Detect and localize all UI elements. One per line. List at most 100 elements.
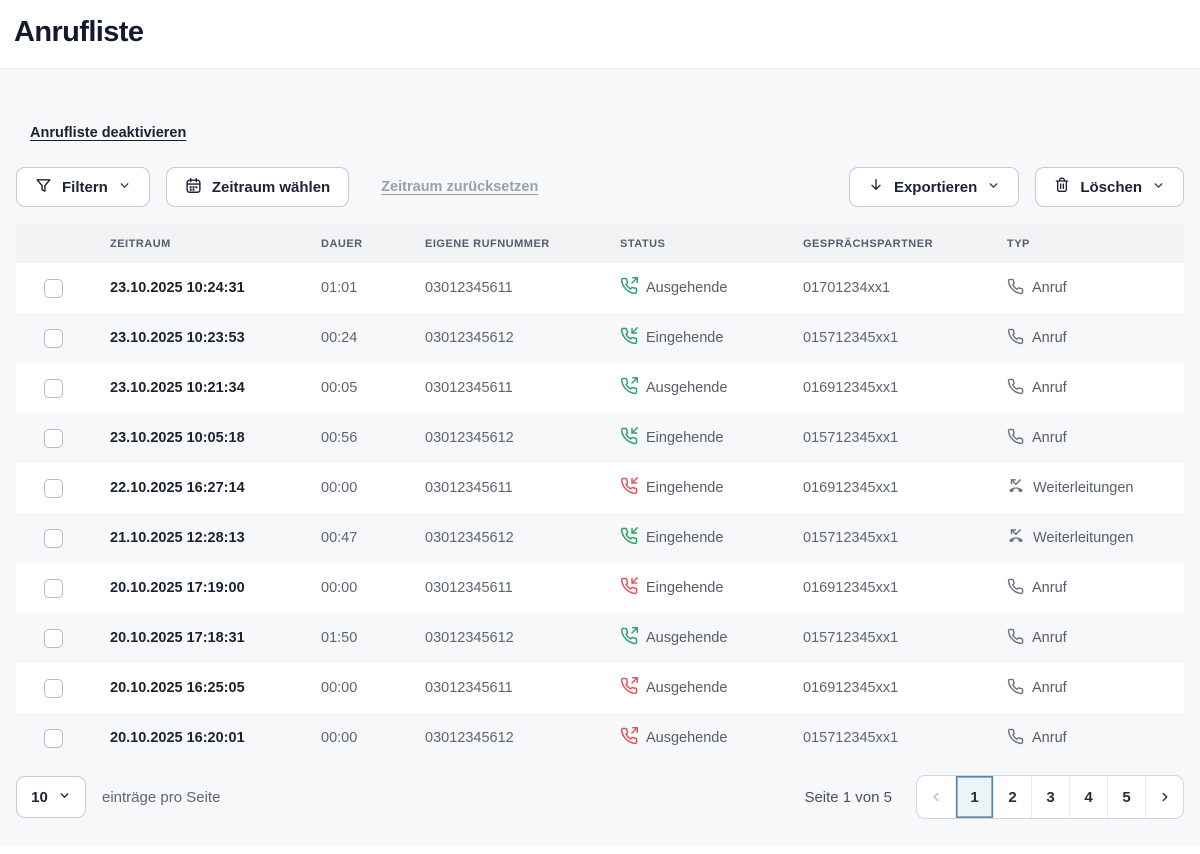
page-button-1[interactable]: 1 xyxy=(955,776,993,818)
cell-status: Ausgehende xyxy=(620,713,803,763)
cell-typ: Anruf xyxy=(1007,363,1184,413)
header-checkbox-spacer xyxy=(16,225,110,263)
phone-icon xyxy=(1007,378,1024,399)
phone-icon xyxy=(1007,278,1024,299)
cell-dauer: 01:01 xyxy=(321,263,425,313)
download-arrow-icon xyxy=(868,177,884,197)
status-label: Ausgehende xyxy=(646,630,727,646)
status-label: Eingehende xyxy=(646,330,723,346)
phone-incoming-icon xyxy=(620,427,638,449)
column-header-gespraechspartner: GESPRÄCHSPARTNER xyxy=(803,225,1007,263)
row-checkbox-cell xyxy=(16,513,110,563)
cell-gespraechspartner: 016912345xx1 xyxy=(803,663,1007,713)
status-label: Ausgehende xyxy=(646,680,727,696)
row-checkbox[interactable] xyxy=(44,329,63,348)
toolbar-right: Exportieren Löschen xyxy=(849,167,1184,207)
cell-gespraechspartner: 016912345xx1 xyxy=(803,563,1007,613)
cell-gespraechspartner: 015712345xx1 xyxy=(803,313,1007,363)
row-checkbox[interactable] xyxy=(44,279,63,298)
cell-dauer: 00:00 xyxy=(321,463,425,513)
cell-gespraechspartner: 015712345xx1 xyxy=(803,513,1007,563)
page-button-2[interactable]: 2 xyxy=(993,776,1031,818)
row-checkbox-cell xyxy=(16,413,110,463)
row-checkbox-cell xyxy=(16,363,110,413)
page-info: Seite 1 von 5 xyxy=(804,789,892,806)
phone-incoming-icon xyxy=(620,327,638,349)
phone-incoming-icon xyxy=(620,577,638,599)
cell-dauer: 00:47 xyxy=(321,513,425,563)
table-row: 20.10.2025 17:19:0000:0003012345611Einge… xyxy=(16,563,1184,613)
cell-dauer: 00:00 xyxy=(321,713,425,763)
page-button-4[interactable]: 4 xyxy=(1069,776,1107,818)
typ-label: Weiterleitungen xyxy=(1033,480,1134,496)
cell-zeitraum: 20.10.2025 17:19:00 xyxy=(110,563,321,613)
cell-eigene-rufnummer: 03012345611 xyxy=(425,663,620,713)
table-row: 20.10.2025 16:20:0100:0003012345612Ausge… xyxy=(16,713,1184,763)
phone-outgoing-icon xyxy=(620,727,638,749)
cell-eigene-rufnummer: 03012345611 xyxy=(425,463,620,513)
per-page-select[interactable]: 10 xyxy=(16,776,86,818)
typ-label: Anruf xyxy=(1032,730,1067,746)
cell-eigene-rufnummer: 03012345611 xyxy=(425,263,620,313)
cell-dauer: 00:24 xyxy=(321,313,425,363)
export-button[interactable]: Exportieren xyxy=(849,167,1019,207)
cell-zeitraum: 20.10.2025 17:18:31 xyxy=(110,613,321,663)
cell-eigene-rufnummer: 03012345611 xyxy=(425,363,620,413)
cell-zeitraum: 23.10.2025 10:21:34 xyxy=(110,363,321,413)
cell-zeitraum: 23.10.2025 10:24:31 xyxy=(110,263,321,313)
reset-date-range-link[interactable]: Zeitraum zurücksetzen xyxy=(381,179,538,195)
page-button-5[interactable]: 5 xyxy=(1107,776,1145,818)
table-footer: 10 einträge pro Seite Seite 1 von 5 1234… xyxy=(16,775,1184,846)
cell-gespraechspartner: 016912345xx1 xyxy=(803,363,1007,413)
typ-label: Weiterleitungen xyxy=(1033,530,1134,546)
row-checkbox[interactable] xyxy=(44,729,63,748)
cell-typ: Anruf xyxy=(1007,263,1184,313)
row-checkbox[interactable] xyxy=(44,429,63,448)
cell-typ: Anruf xyxy=(1007,663,1184,713)
page-button-3[interactable]: 3 xyxy=(1031,776,1069,818)
row-checkbox[interactable] xyxy=(44,579,63,598)
cell-eigene-rufnummer: 03012345612 xyxy=(425,613,620,663)
trash-icon xyxy=(1054,177,1070,197)
row-checkbox[interactable] xyxy=(44,629,63,648)
cell-zeitraum: 20.10.2025 16:20:01 xyxy=(110,713,321,763)
filter-button[interactable]: Filtern xyxy=(16,167,150,207)
previous-page-button[interactable] xyxy=(917,776,955,818)
chevron-down-icon xyxy=(987,179,1000,196)
status-label: Ausgehende xyxy=(646,280,727,296)
column-header-dauer: DAUER xyxy=(321,225,425,263)
call-list-table: ZEITRAUM DAUER EIGENE RUFNUMMER STATUS G… xyxy=(16,225,1184,763)
cell-eigene-rufnummer: 03012345611 xyxy=(425,563,620,613)
table-row: 21.10.2025 12:28:1300:4703012345612Einge… xyxy=(16,513,1184,563)
cell-typ: Anruf xyxy=(1007,413,1184,463)
delete-button[interactable]: Löschen xyxy=(1035,167,1184,207)
row-checkbox[interactable] xyxy=(44,379,63,398)
cell-status: Ausgehende xyxy=(620,663,803,713)
cell-eigene-rufnummer: 03012345612 xyxy=(425,313,620,363)
row-checkbox[interactable] xyxy=(44,529,63,548)
chevron-down-icon xyxy=(1152,179,1165,196)
typ-label: Anruf xyxy=(1032,630,1067,646)
deactivate-call-list-link[interactable]: Anrufliste deaktivieren xyxy=(30,125,186,141)
cell-gespraechspartner: 015712345xx1 xyxy=(803,613,1007,663)
column-header-zeitraum: ZEITRAUM xyxy=(110,225,321,263)
chevron-down-icon xyxy=(58,789,71,806)
cell-zeitraum: 23.10.2025 10:23:53 xyxy=(110,313,321,363)
date-range-button-label: Zeitraum wählen xyxy=(212,179,330,196)
cell-eigene-rufnummer: 03012345612 xyxy=(425,513,620,563)
status-label: Eingehende xyxy=(646,480,723,496)
next-page-button[interactable] xyxy=(1145,776,1183,818)
row-checkbox[interactable] xyxy=(44,679,63,698)
date-range-button[interactable]: Zeitraum wählen xyxy=(166,167,349,207)
cell-typ: Anruf xyxy=(1007,713,1184,763)
phone-incoming-icon xyxy=(620,527,638,549)
phone-incoming-icon xyxy=(620,477,638,499)
row-checkbox[interactable] xyxy=(44,479,63,498)
row-checkbox-cell xyxy=(16,713,110,763)
cell-status: Eingehende xyxy=(620,413,803,463)
table-header-row: ZEITRAUM DAUER EIGENE RUFNUMMER STATUS G… xyxy=(16,225,1184,263)
cell-status: Eingehende xyxy=(620,513,803,563)
cell-dauer: 01:50 xyxy=(321,613,425,663)
cell-status: Ausgehende xyxy=(620,363,803,413)
status-label: Eingehende xyxy=(646,430,723,446)
